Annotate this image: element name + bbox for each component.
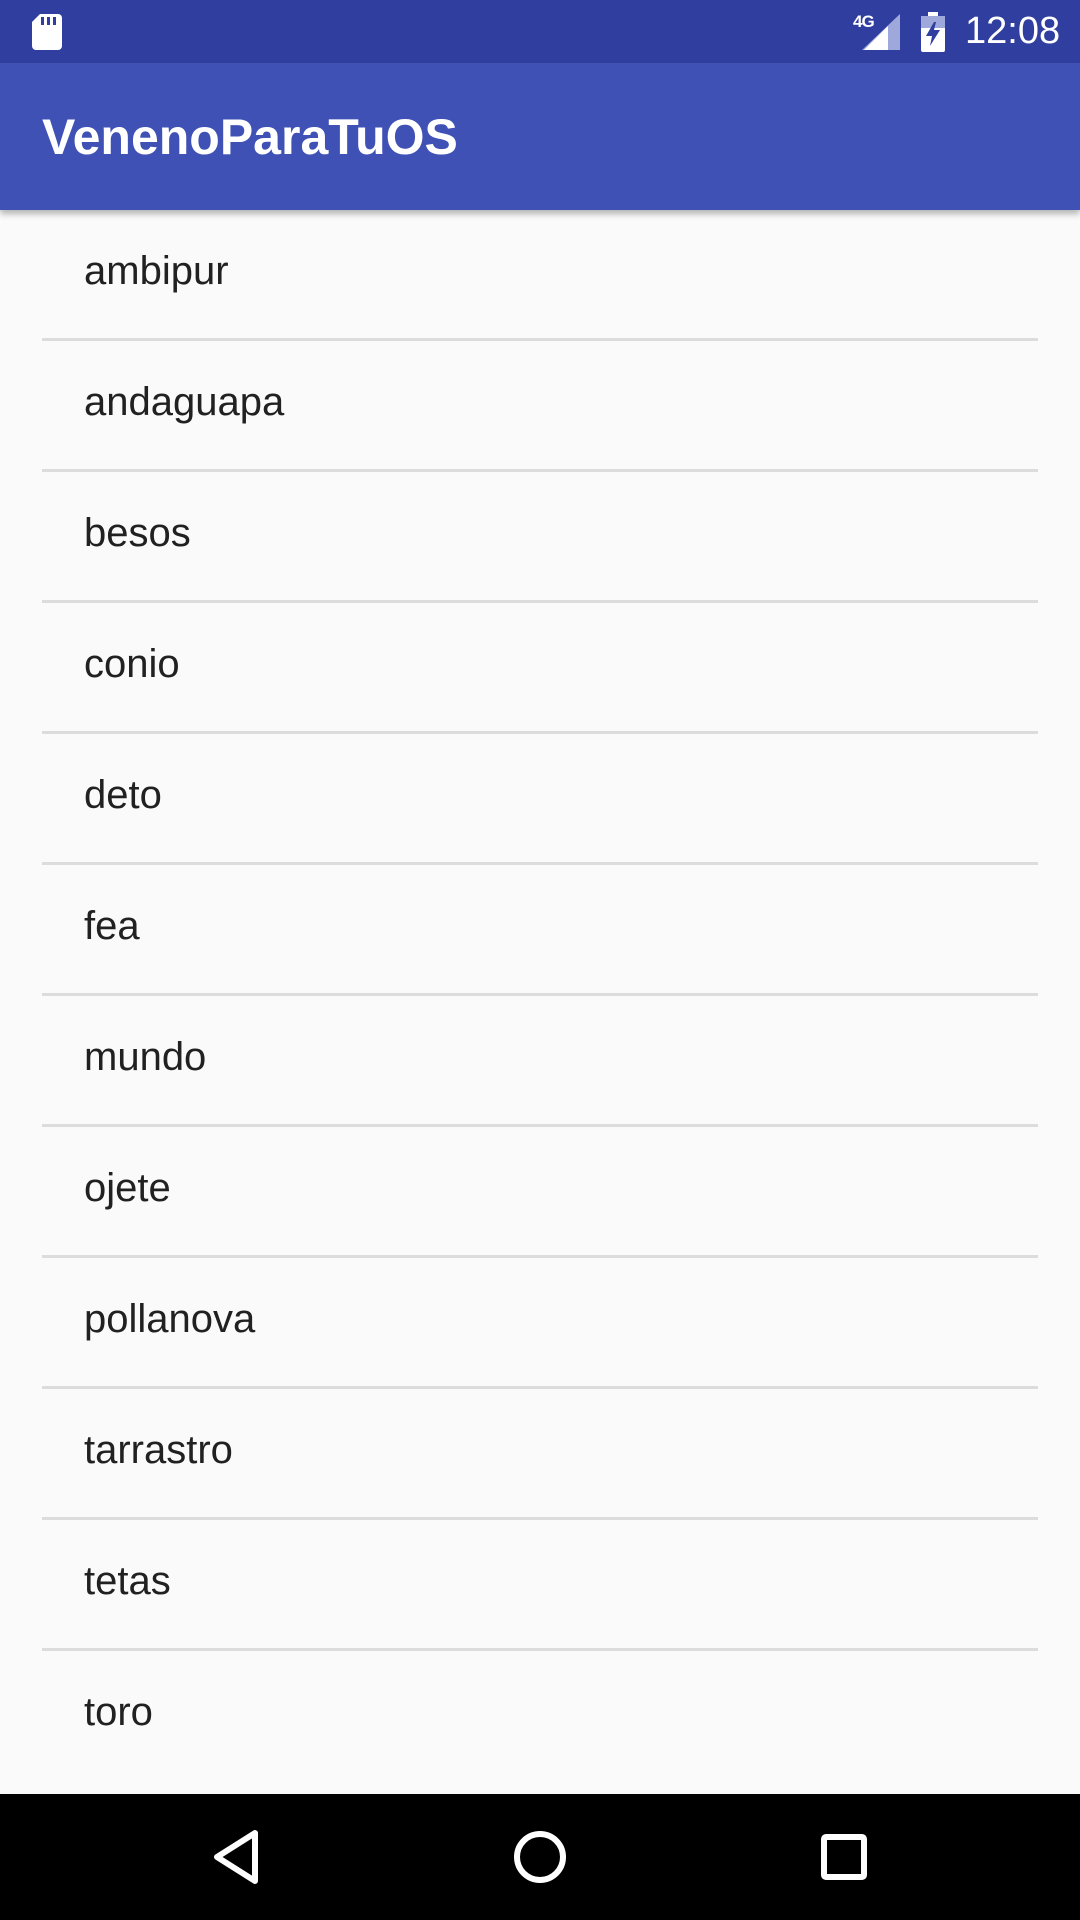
status-bar: 4G 12:08 bbox=[0, 0, 1080, 63]
sd-card-icon bbox=[32, 14, 62, 50]
list-item[interactable]: besos bbox=[42, 472, 1038, 603]
list-item[interactable]: tarrastro bbox=[42, 1389, 1038, 1520]
list-item-label: andaguapa bbox=[84, 380, 285, 424]
screen: 4G 12:08 VenenoParaTuOS ambipur andaguap… bbox=[0, 0, 1080, 1920]
list-item-label: besos bbox=[84, 511, 191, 555]
list-item-label: fea bbox=[84, 904, 140, 948]
list-item-label: pollanova bbox=[84, 1297, 256, 1341]
list-item-label: conio bbox=[84, 642, 180, 686]
word-list: ambipur andaguapa besos conio deto fea m… bbox=[42, 210, 1038, 1779]
recents-icon bbox=[821, 1834, 867, 1880]
list-item[interactable]: mundo bbox=[42, 996, 1038, 1127]
list-item[interactable]: toro bbox=[42, 1651, 1038, 1779]
list-item[interactable]: fea bbox=[42, 865, 1038, 996]
app-title: VenenoParaTuOS bbox=[42, 109, 458, 165]
app-bar: VenenoParaTuOS bbox=[0, 63, 1080, 210]
list-item-label: tetas bbox=[84, 1559, 171, 1603]
list-item[interactable]: deto bbox=[42, 734, 1038, 865]
list-item-label: toro bbox=[84, 1690, 153, 1734]
list-item-label: mundo bbox=[84, 1035, 207, 1079]
home-button[interactable] bbox=[495, 1812, 585, 1902]
list-item-label: deto bbox=[84, 773, 162, 817]
home-icon bbox=[514, 1831, 566, 1883]
signal-icon bbox=[862, 14, 900, 50]
list-item[interactable]: ojete bbox=[42, 1127, 1038, 1258]
list-item-label: tarrastro bbox=[84, 1428, 233, 1472]
list-item-label: ambipur bbox=[84, 249, 229, 293]
list-item[interactable]: ambipur bbox=[42, 210, 1038, 341]
recents-button[interactable] bbox=[799, 1812, 889, 1902]
back-button[interactable] bbox=[191, 1812, 281, 1902]
list-item[interactable]: conio bbox=[42, 603, 1038, 734]
list-item[interactable]: pollanova bbox=[42, 1258, 1038, 1389]
list-item[interactable]: tetas bbox=[42, 1520, 1038, 1651]
list-item-label: ojete bbox=[84, 1166, 171, 1210]
clock: 12:08 bbox=[965, 10, 1061, 52]
back-icon bbox=[214, 1830, 258, 1884]
battery-charging-icon bbox=[921, 12, 945, 52]
navigation-bar bbox=[0, 1794, 1080, 1920]
list-item[interactable]: andaguapa bbox=[42, 341, 1038, 472]
